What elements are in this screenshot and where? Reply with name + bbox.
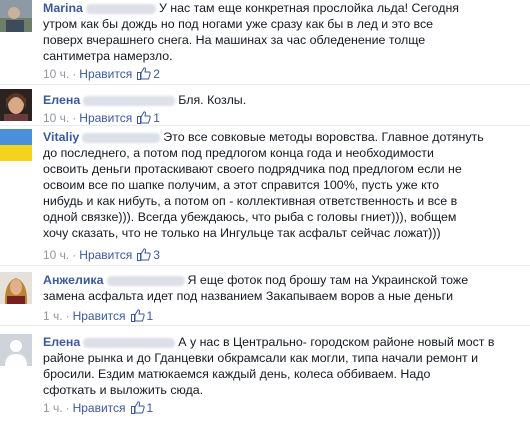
like-button[interactable]: Нравится <box>79 248 132 262</box>
comment-author[interactable]: Vitaliy <box>43 130 79 144</box>
comment-line: нибудь и как нибуть, а потом оп - коллек… <box>43 194 458 208</box>
comment-line: Я еще фоток под брошу там на Украинской … <box>187 273 469 287</box>
comment-line: бросили. Ездим матюкаемся каждый день, к… <box>43 367 431 381</box>
comment-line: сантиметра намерзло. <box>43 49 173 63</box>
comment-line: замена асфальта идет под названием Закап… <box>43 289 454 303</box>
like-button[interactable]: Нравится <box>73 309 126 323</box>
comment-line: освоим все по шапке получим, а этот спра… <box>43 178 440 192</box>
comment-line: Бля. Козлы. <box>178 93 247 107</box>
like-count[interactable]: 2 <box>153 67 160 81</box>
like-count[interactable]: 1 <box>153 111 160 125</box>
comment-line: Это все совковые методы воровства. Главн… <box>163 130 484 144</box>
thumbs-up-icon <box>137 67 151 83</box>
comment-author[interactable]: Анжелика <box>43 273 104 287</box>
comment-timestamp[interactable]: 10 ч. <box>43 111 69 125</box>
like-count[interactable]: 3 <box>153 248 160 262</box>
comment-line: утром как бы дождь но под ногами уже сра… <box>43 17 434 31</box>
avatar[interactable] <box>0 89 32 121</box>
comment-author[interactable]: Елена <box>43 93 80 107</box>
avatar[interactable] <box>0 129 32 161</box>
thumbs-up-icon <box>130 309 145 325</box>
comment-text: Vitaliy Это все совковые методы воровства… <box>43 129 523 241</box>
divider <box>0 325 530 326</box>
comment-line: У нас там еще конкретная прослойка льда!… <box>158 1 460 15</box>
comment-line: одной связке))). Всегда убеждаюсь, что р… <box>43 210 457 224</box>
comment-text: Елена А у нас в Центрально- городском рай… <box>43 334 523 398</box>
like-button[interactable]: Нравится <box>73 401 126 415</box>
comment-line: поверх вчерашнего снега. На машинах за ч… <box>43 33 426 47</box>
comment-author[interactable]: Елена <box>43 335 80 349</box>
like-button[interactable]: Нравится <box>79 111 132 125</box>
divider <box>0 125 530 126</box>
comment-text: Елена Бля. Козлы. <box>43 92 523 108</box>
avatar[interactable] <box>0 272 32 304</box>
comment-text: Marina У нас там еще конкретная прослойка… <box>43 0 523 64</box>
comment-text: Анжелика Я еще фоток под брошу там на Укр… <box>43 272 523 304</box>
divider <box>0 265 530 266</box>
thumbs-up-icon <box>137 248 151 264</box>
divider <box>0 84 530 85</box>
comment-line: А у нас в Центрально- городском районе н… <box>178 335 495 349</box>
comment-meta: 10 ч. · Нравится 3 <box>43 248 160 264</box>
like-button[interactable]: Нравится <box>79 67 132 81</box>
like-count[interactable]: 1 <box>147 401 154 415</box>
thumbs-up-icon <box>130 401 145 417</box>
comment-line: районе рынка и до Гданцевки обкрамсали к… <box>43 351 479 365</box>
comment-line: освоить деньги протаскивают своего подря… <box>43 162 462 176</box>
comment-timestamp[interactable]: 10 ч. <box>43 248 69 262</box>
comment-author[interactable]: Marina <box>43 1 83 15</box>
comment-timestamp[interactable]: 1 ч. <box>43 401 63 415</box>
comment-meta: 1 ч. · Нравится 1 <box>43 401 154 417</box>
avatar[interactable] <box>0 0 32 32</box>
comment-timestamp[interactable]: 10 ч. <box>43 67 69 81</box>
avatar[interactable] <box>0 334 32 366</box>
comment-line: до последнего, а потом под предлогом кон… <box>43 146 434 160</box>
comment-line: хочу сказать, что не только на Ингульце … <box>43 226 441 240</box>
comment-timestamp[interactable]: 1 ч. <box>43 309 63 323</box>
like-count[interactable]: 1 <box>147 309 154 323</box>
comment-line: сфоткать и выложить сюда. <box>43 383 204 397</box>
comment-meta: 10 ч. · Нравится 2 <box>43 67 160 83</box>
comment-meta: 1 ч. · Нравится 1 <box>43 309 154 325</box>
